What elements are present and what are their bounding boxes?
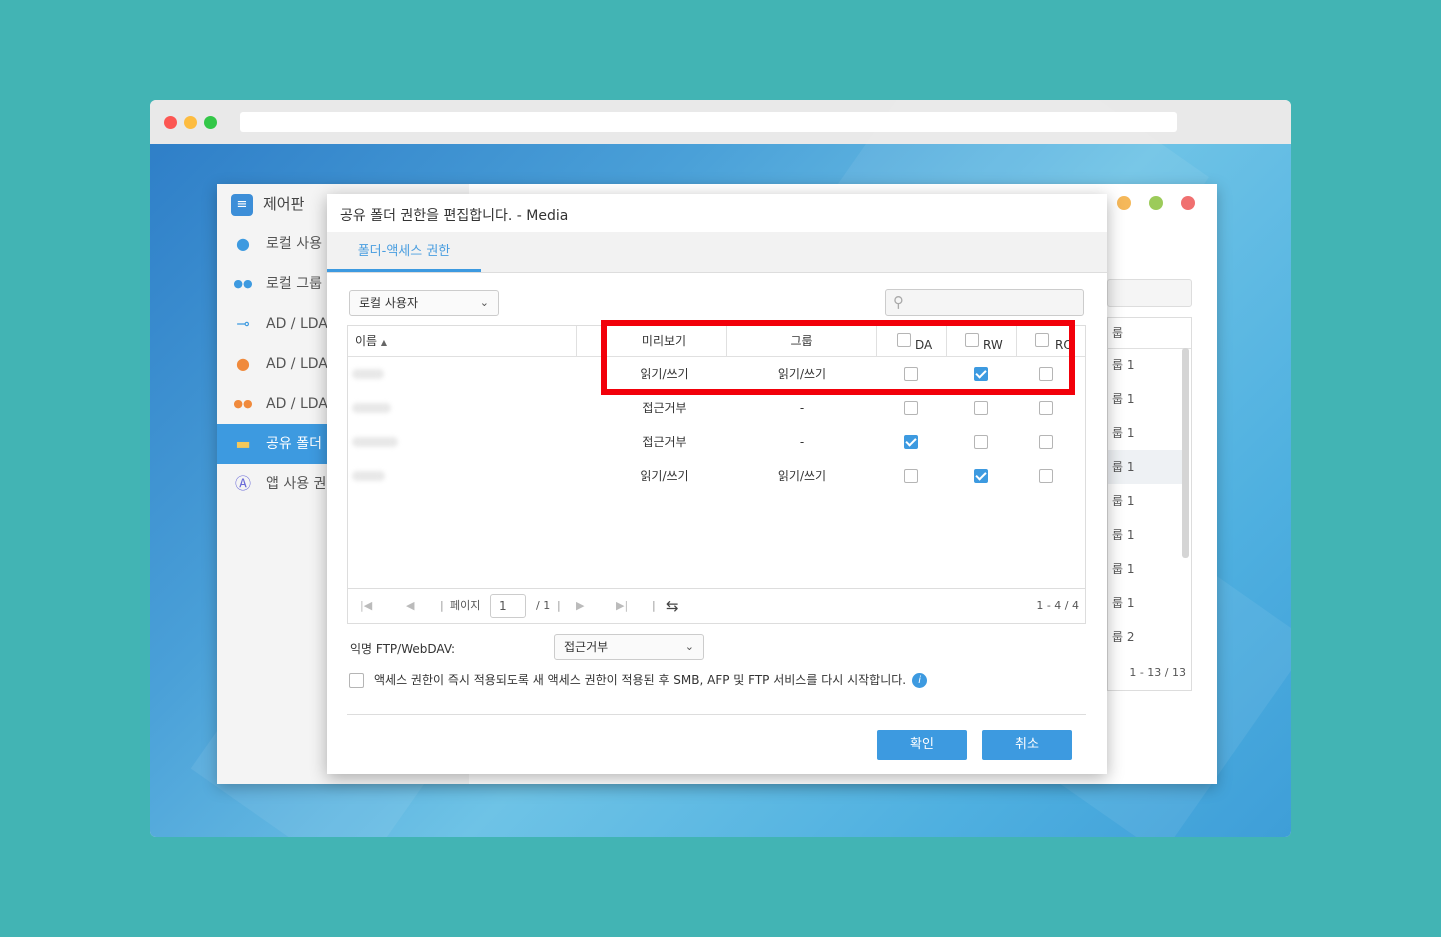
rw-checkbox[interactable] — [974, 435, 988, 449]
close-window-button[interactable] — [1181, 196, 1195, 210]
search-icon: ⚲ — [893, 293, 904, 311]
user-icon: ● — [236, 354, 250, 373]
app-icon: Ⓐ — [234, 474, 251, 493]
user-type-select[interactable]: 로컬 사용자 ⌄ — [349, 290, 499, 316]
page-label: 페이지 — [450, 599, 481, 612]
table-row[interactable]: 접근거부 - — [348, 391, 1085, 425]
list-item[interactable]: 룹 1 — [1108, 518, 1182, 552]
table-row[interactable]: 접근거부 - — [348, 425, 1085, 459]
ro-checkbox[interactable] — [1039, 401, 1053, 415]
right-column-header: 룹 — [1108, 318, 1191, 349]
rw-checkbox[interactable] — [974, 401, 988, 415]
da-checkbox[interactable] — [904, 435, 918, 449]
sidebar-item-label: 로컬 그룹 — [266, 276, 322, 292]
table-row[interactable]: 읽기/쓰기 읽기/쓰기 — [348, 459, 1085, 493]
preview-cell: 접근거부 — [642, 401, 687, 415]
ok-button[interactable]: 확인 — [877, 730, 967, 760]
pager-separator: | — [440, 599, 444, 612]
right-search-field[interactable] — [1107, 279, 1192, 307]
scrollbar[interactable] — [1182, 348, 1189, 558]
next-page-icon[interactable]: ▶ — [576, 589, 584, 623]
user-icon: ● — [236, 234, 250, 253]
right-group-list: 룹 룹 1룹 1룹 1룹 1룹 1룹 1룹 1룹 1룹 2 1 - 13 / 1… — [1107, 317, 1192, 691]
control-panel-icon: ≡ — [231, 193, 253, 216]
redacted-username — [352, 437, 398, 447]
anonymous-ftp-select[interactable]: 접근거부 ⌄ — [554, 634, 704, 660]
restart-services-checkbox[interactable] — [349, 673, 364, 688]
page-input[interactable]: 1 — [490, 594, 526, 618]
group-icon: ●● — [233, 277, 253, 290]
sidebar-item-label: AD / LDAF — [266, 316, 336, 332]
list-item[interactable]: 룹 1 — [1108, 484, 1182, 518]
control-panel-title: ≡ 제어판 — [231, 193, 304, 216]
list-item[interactable]: 룹 1 — [1108, 348, 1182, 382]
minimize-dot[interactable] — [184, 116, 197, 129]
ro-checkbox[interactable] — [1039, 469, 1053, 483]
folder-icon: ▬ — [235, 434, 251, 453]
chevron-down-icon: ⌄ — [479, 296, 489, 309]
rw-checkbox[interactable] — [974, 469, 988, 483]
preview-cell: 읽기/쓰기 — [640, 469, 689, 483]
sidebar-item-label: 공유 폴더 — [266, 436, 322, 452]
redacted-username — [352, 471, 385, 481]
redacted-username — [352, 369, 384, 379]
sort-asc-icon: ▲ — [380, 338, 388, 347]
list-item[interactable]: 룹 1 — [1108, 450, 1182, 484]
close-dot[interactable] — [164, 116, 177, 129]
divider — [347, 714, 1086, 715]
list-item[interactable]: 룹 1 — [1108, 416, 1182, 450]
right-pager-range: 1 - 13 / 13 — [1129, 666, 1186, 679]
anonymous-ftp-value: 접근거부 — [564, 640, 609, 654]
dialog-title: 공유 폴더 권한을 편집합니다. - Media — [340, 208, 569, 224]
pager-separator: | — [557, 599, 561, 612]
preview-cell: 접근거부 — [642, 435, 687, 449]
first-page-icon[interactable]: |◀ — [360, 589, 372, 623]
cancel-button[interactable]: 취소 — [982, 730, 1072, 760]
group-cell: 읽기/쓰기 — [777, 469, 827, 483]
pager-range: 1 - 4 / 4 — [1036, 599, 1079, 612]
chevron-down-icon: ⌄ — [684, 640, 694, 653]
user-type-value: 로컬 사용자 — [359, 296, 419, 310]
tab-folder-access[interactable]: 폴더-액세스 권한 — [327, 232, 481, 272]
column-spacer — [577, 326, 602, 356]
prev-page-icon[interactable]: ◀ — [406, 589, 414, 623]
pager: |◀ ◀ | 페이지 1 / 1 | ▶ ▶| | ⇆ 1 - 4 / 4 — [348, 588, 1085, 623]
search-input[interactable]: ⚲ — [885, 289, 1084, 316]
last-page-icon[interactable]: ▶| — [616, 589, 628, 623]
list-item[interactable]: 룹 1 — [1108, 552, 1182, 586]
da-checkbox[interactable] — [904, 401, 918, 415]
page-total: / 1 — [536, 599, 551, 612]
anonymous-ftp-label: 익명 FTP/WebDAV: — [350, 642, 456, 656]
group-icon: ●● — [233, 397, 253, 410]
key-icon: ⊸ — [236, 314, 250, 333]
info-icon[interactable]: i — [912, 673, 928, 688]
group-cell: - — [799, 435, 805, 449]
redacted-username — [352, 403, 391, 413]
list-item[interactable]: 룹 1 — [1108, 382, 1182, 416]
group-cell: - — [799, 401, 805, 415]
tab-bar: 폴더-액세스 권한 — [327, 232, 1107, 273]
minimize-window-button[interactable] — [1117, 196, 1131, 210]
restart-services-label: 액세스 권한이 즉시 적용되도록 새 액세스 권한이 적용된 후 SMB, AF… — [374, 671, 928, 688]
da-checkbox[interactable] — [904, 469, 918, 483]
permissions-dialog: 공유 폴더 권한을 편집합니다. - Media 폴더-액세스 권한 로컬 사용… — [327, 194, 1107, 774]
zoom-dot[interactable] — [204, 116, 217, 129]
sidebar-item-label: 로컬 사용 — [266, 236, 322, 252]
column-name-header[interactable]: 이름 ▲ — [348, 326, 577, 356]
list-item[interactable]: 룹 2 — [1108, 620, 1182, 654]
sidebar-item-label: AD / LDAF — [266, 356, 336, 372]
ro-checkbox[interactable] — [1039, 435, 1053, 449]
list-item[interactable]: 룹 1 — [1108, 586, 1182, 620]
sidebar-item-label: AD / LDAF — [266, 396, 336, 412]
pager-separator: | — [652, 599, 656, 612]
sidebar-item-label: 앱 사용 권 — [266, 476, 327, 492]
maximize-window-button[interactable] — [1149, 196, 1163, 210]
highlight-annotation-box — [601, 320, 1075, 395]
refresh-icon[interactable]: ⇆ — [666, 589, 679, 623]
